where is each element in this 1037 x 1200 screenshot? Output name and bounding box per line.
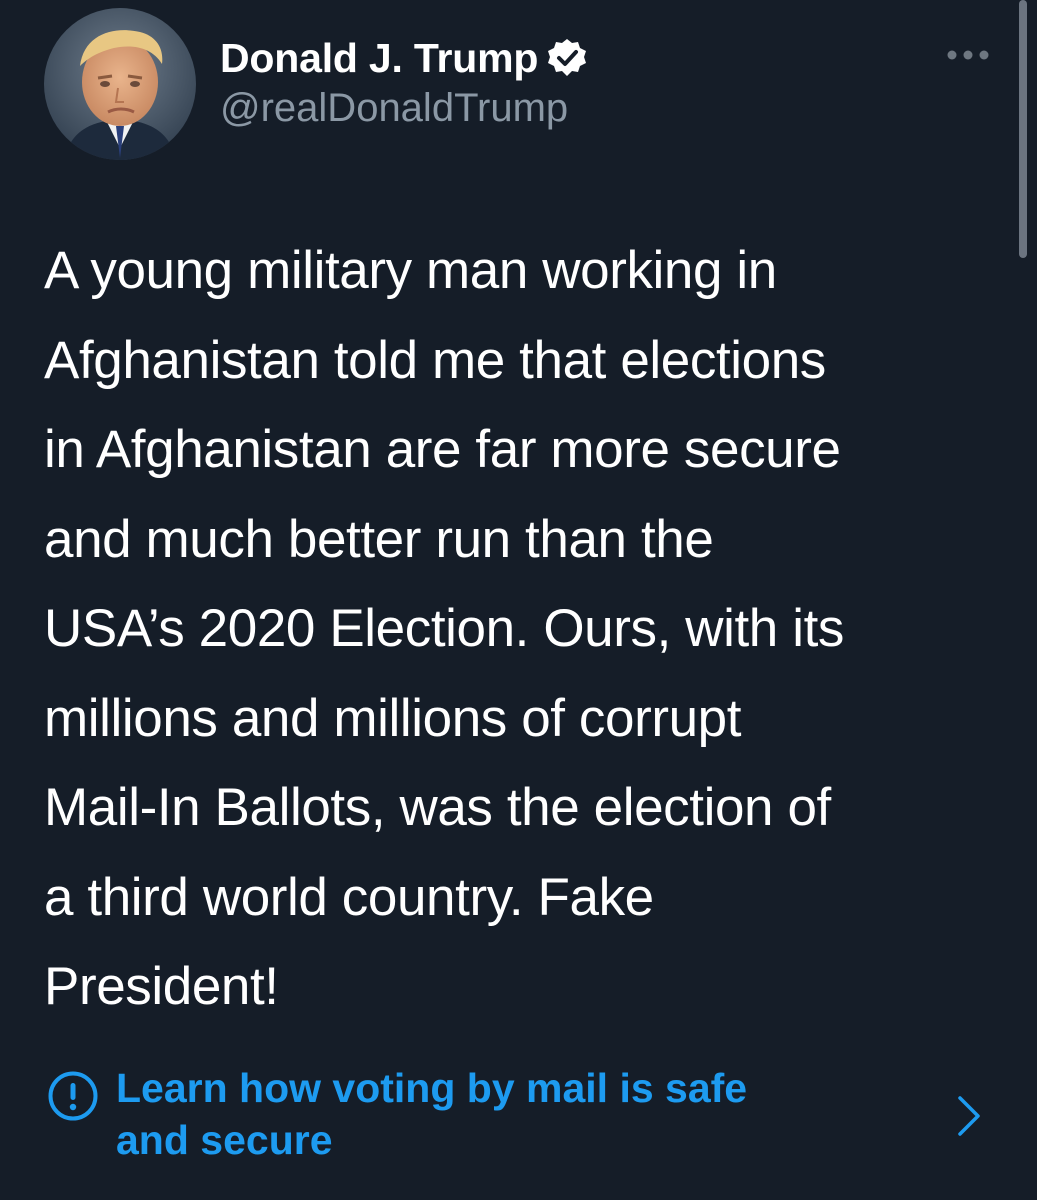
avatar-image: [44, 8, 196, 160]
notice-line[interactable]: Learn how voting by mail is safe: [116, 1062, 747, 1114]
tweet-line: Afghanistan told me that elections: [44, 330, 826, 390]
notice-link[interactable]: Learn how voting by mail is safe and sec…: [116, 1062, 747, 1166]
avatar[interactable]: [44, 8, 196, 160]
scrollbar[interactable]: [1019, 0, 1027, 258]
verified-badge-icon: [546, 37, 588, 79]
more-options-icon[interactable]: [946, 40, 990, 70]
tweet-line: President!: [44, 957, 279, 1016]
tweet-text: A young military man working in Afghanis…: [44, 226, 994, 1032]
tweet-line: millions and millions of corrupt: [44, 688, 742, 748]
election-info-notice[interactable]: Learn how voting by mail is safe and sec…: [44, 1062, 994, 1172]
tweet-line: USA’s 2020 Election. Ours, with its: [44, 599, 844, 658]
author-name-row[interactable]: Donald J. Trump: [220, 32, 588, 84]
exclamation-circle-icon: [47, 1070, 99, 1122]
tweet-line: Mail-In Ballots, was the election of: [44, 778, 831, 837]
chevron-right-icon[interactable]: [954, 1094, 984, 1138]
notice-line[interactable]: and secure: [116, 1114, 747, 1166]
author-handle[interactable]: @realDonaldTrump: [220, 86, 568, 131]
tweet-line: A young military man working in: [44, 241, 777, 300]
tweet-line: and much better run than the: [44, 509, 714, 569]
display-name[interactable]: Donald J. Trump: [220, 35, 538, 82]
tweet-line: a third world country. Fake: [44, 867, 654, 927]
tweet-line: in Afghanistan are far more secure: [44, 420, 841, 479]
